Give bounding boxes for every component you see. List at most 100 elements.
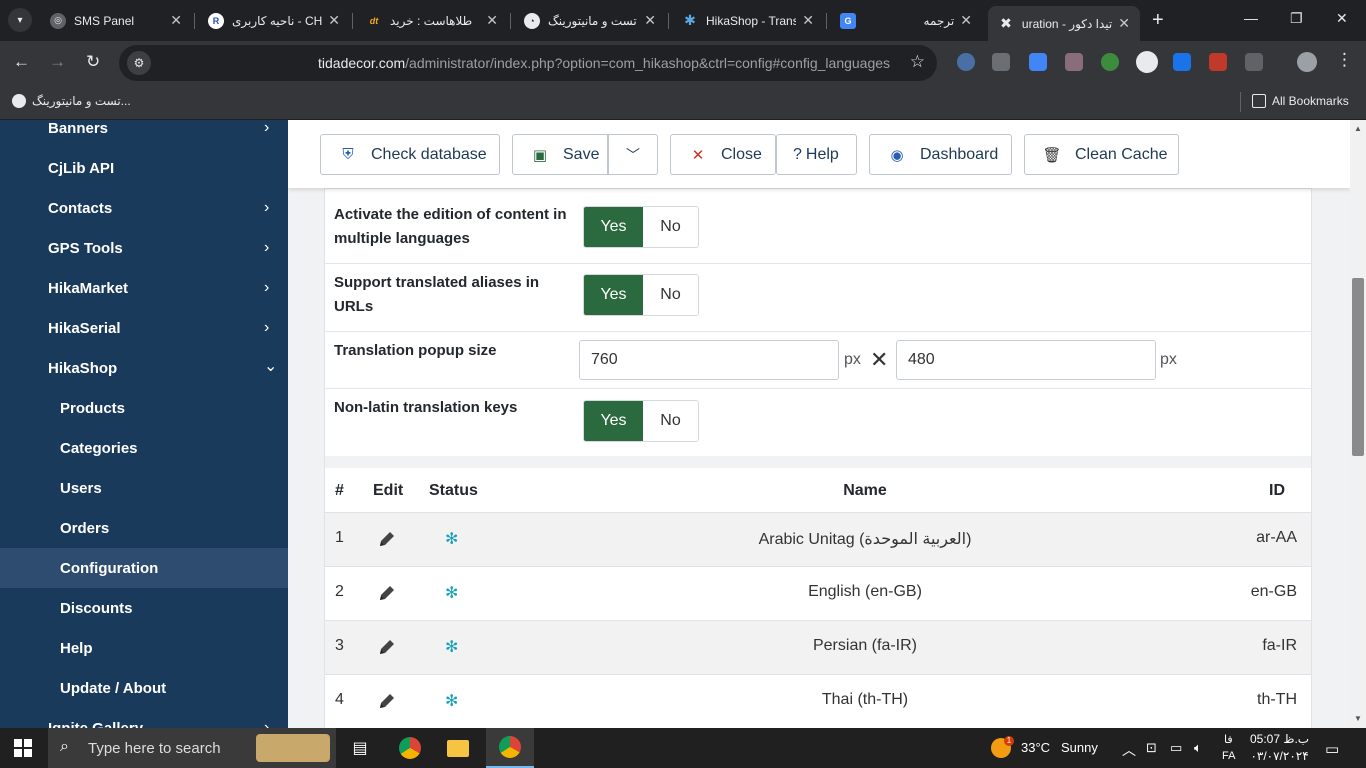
input-language-top[interactable]: فا — [1224, 733, 1233, 746]
sidebar-item-configuration[interactable]: Configuration — [0, 548, 288, 588]
chevron-up-icon[interactable]: ︿ — [1122, 740, 1136, 760]
sidebar-item-help[interactable]: Help — [0, 628, 288, 668]
sidebar-item-hikamarket[interactable]: HikaMarket › — [0, 268, 288, 308]
reload-icon[interactable]: ↻ — [86, 52, 100, 72]
network-icon[interactable]: ⊡ — [1146, 740, 1157, 756]
page-scrollbar[interactable]: ▲ ▼ — [1350, 120, 1366, 728]
minimize-icon[interactable]: — — [1244, 10, 1258, 26]
sidebar-item-hikaserial[interactable]: HikaSerial › — [0, 308, 288, 348]
extension-loop-icon[interactable] — [992, 53, 1010, 71]
extension-a-icon[interactable] — [957, 53, 975, 71]
new-tab-button[interactable]: + — [1152, 10, 1164, 30]
windows-start-icon[interactable] — [14, 739, 32, 757]
input-language[interactable]: FA — [1222, 750, 1235, 762]
tab-configuration-active[interactable]: ✖ تیدا دکور - Configuration ✕ — [988, 6, 1140, 41]
edit-pencil-icon[interactable] — [377, 529, 397, 549]
back-arrow-icon[interactable]: ← — [13, 52, 30, 72]
sidebar-item-label: Help — [60, 639, 93, 657]
volume-icon[interactable]: 🔈︎ — [1194, 740, 1202, 756]
extension-pen-icon[interactable] — [1136, 51, 1158, 73]
tab-hikashop-trans[interactable]: ✱ HikaShop - Trans ✕ — [672, 6, 824, 35]
sidebar-item-update-about[interactable]: Update / About — [0, 668, 288, 708]
extension-brush-icon[interactable] — [1209, 53, 1227, 71]
edit-pencil-icon[interactable] — [377, 691, 397, 711]
yes-option[interactable]: Yes — [584, 401, 643, 441]
tab-monitoring[interactable]: ◔ تست و مانیتورینگ - ✕ — [514, 6, 666, 35]
popup-width-input[interactable]: 760 — [579, 340, 839, 380]
bookmark-monitoring[interactable]: تست و مانیتورینگ... — [12, 94, 131, 108]
all-bookmarks[interactable]: All Bookmarks — [1252, 94, 1349, 108]
battery-icon[interactable]: ▭ — [1170, 740, 1182, 756]
address-bar[interactable]: ⚙ tidadecor.com/administrator/index.php?… — [119, 45, 937, 81]
no-option[interactable]: No — [643, 401, 698, 441]
weather-temperature[interactable]: 33°C — [1021, 740, 1050, 755]
sidebar-item-products[interactable]: Products — [0, 388, 288, 428]
close-icon[interactable]: ✕ — [1118, 15, 1130, 32]
extension-translate-icon[interactable] — [1029, 53, 1047, 71]
sidebar-item-gps-tools[interactable]: GPS Tools › — [0, 228, 288, 268]
no-option[interactable]: No — [643, 275, 698, 315]
edit-pencil-icon[interactable] — [377, 637, 397, 657]
tab-translate[interactable]: G ترجمه ✕ — [830, 6, 982, 35]
tab-search-button[interactable]: ▾ — [8, 8, 32, 32]
tab-talahost[interactable]: dt طلاهاست : خرید ✕ — [356, 6, 508, 35]
taskbar-chrome[interactable] — [386, 728, 434, 768]
clean-cache-button[interactable]: 🗑 Clean Cache — [1024, 134, 1179, 175]
joomla-status-icon[interactable]: ✻ — [445, 640, 461, 656]
menu-kebab-icon[interactable]: ⋮ — [1336, 50, 1353, 70]
tab-sms-panel[interactable]: ◎ SMS Panel ✕ — [40, 6, 192, 35]
check-database-button[interactable]: ⛨ Check database — [320, 134, 500, 175]
popup-height-input[interactable]: 480 — [896, 340, 1156, 380]
extension-triangle-icon[interactable] — [1173, 53, 1191, 71]
joomla-status-icon[interactable]: ✻ — [445, 532, 461, 548]
sidebar-item-users[interactable]: Users — [0, 468, 288, 508]
scroll-up-icon[interactable]: ▲ — [1354, 124, 1362, 133]
close-icon[interactable]: ✕ — [328, 12, 340, 29]
close-icon[interactable]: ✕ — [644, 12, 656, 29]
close-icon[interactable]: ✕ — [960, 12, 972, 29]
url-text[interactable]: tidadecor.com/administrator/index.php?op… — [318, 55, 890, 71]
joomla-status-icon[interactable]: ✻ — [445, 586, 461, 602]
scroll-thumb[interactable] — [1352, 278, 1364, 456]
sidebar-item-contacts[interactable]: Contacts › — [0, 188, 288, 228]
sidebar-item-categories[interactable]: Categories — [0, 428, 288, 468]
notifications-icon[interactable]: ▭ — [1325, 740, 1339, 758]
taskbar-chrome-active[interactable] — [486, 728, 534, 768]
edit-pencil-icon[interactable] — [377, 583, 397, 603]
help-button[interactable]: ? Help — [776, 134, 857, 175]
extension-globe-icon[interactable] — [1101, 53, 1119, 71]
close-icon[interactable]: ✕ — [802, 12, 814, 29]
joomla-status-icon[interactable]: ✻ — [445, 694, 461, 710]
weather-condition[interactable]: Sunny — [1061, 740, 1098, 755]
close-icon[interactable]: ✕ — [170, 12, 182, 29]
site-settings-icon[interactable]: ⚙ — [127, 51, 151, 75]
sidebar-item-orders[interactable]: Orders — [0, 508, 288, 548]
close-icon[interactable]: ✕ — [486, 12, 498, 29]
sidebar-item-hikashop[interactable]: HikaShop ⌄ — [0, 348, 288, 388]
task-view-button[interactable]: ▤ — [336, 728, 384, 768]
dashboard-button[interactable]: ◉ Dashboard — [869, 134, 1012, 175]
sidebar-item-ignite-gallery[interactable]: Ignite Gallery › — [0, 708, 288, 728]
sidebar-item-cjlib-api[interactable]: CjLib API — [0, 148, 288, 188]
column-header-id[interactable]: ID — [1269, 482, 1285, 500]
yes-option[interactable]: Yes — [584, 275, 643, 315]
no-option[interactable]: No — [643, 207, 698, 247]
profile-avatar[interactable] — [1297, 52, 1317, 72]
close-button[interactable]: ✕ Close — [670, 134, 776, 175]
restore-icon[interactable]: ❐ — [1290, 10, 1303, 27]
scroll-down-icon[interactable]: ▼ — [1354, 714, 1362, 723]
save-button[interactable]: ▣ Save — [512, 134, 608, 175]
sidebar-item-discounts[interactable]: Discounts — [0, 588, 288, 628]
taskbar-file-explorer[interactable] — [434, 728, 482, 768]
save-dropdown-button[interactable]: ﹀ — [608, 134, 658, 175]
tab-ch-user-area[interactable]: R ناحیه کاربری - CH ✕ — [198, 6, 350, 35]
taskbar-search-box[interactable]: ⌕ Type here to search — [48, 728, 336, 768]
forward-arrow-icon[interactable]: → — [49, 52, 66, 72]
yes-option[interactable]: Yes — [584, 207, 643, 247]
extensions-puzzle-icon[interactable] — [1245, 53, 1263, 71]
extension-bug-icon[interactable] — [1065, 53, 1083, 71]
bookmark-star-icon[interactable]: ☆ — [910, 52, 925, 72]
sidebar-item-banners[interactable]: Banners › — [0, 120, 288, 148]
system-clock[interactable]: 05:07 ب.ظ ۰۳/۰۷/۲۰۲۴ — [1250, 731, 1309, 765]
window-close-icon[interactable]: ✕ — [1336, 10, 1348, 27]
